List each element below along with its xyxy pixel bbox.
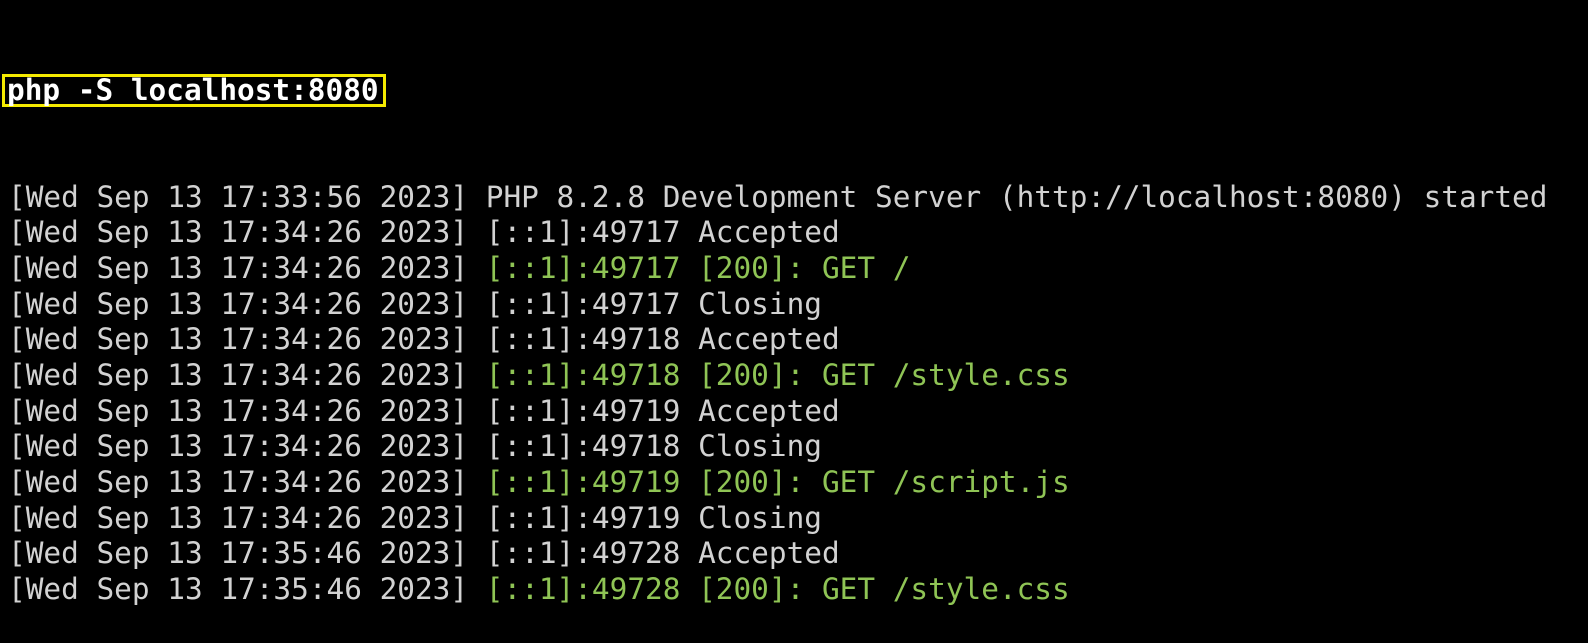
log-request: [::1]:49719 [200]: GET /script.js xyxy=(485,465,1070,499)
log-request: [::1]:49728 [200]: GET /style.css xyxy=(485,572,1070,607)
log-line: [Wed Sep 13 17:34:26 2023] [::1]:49719 C… xyxy=(8,501,1547,537)
log-request: [::1]:49718 [200]: GET /style.css xyxy=(485,357,1070,392)
log-timestamp: [Wed Sep 13 17:34:26 2023] xyxy=(8,500,469,535)
log-message: [::1]:49717 Closing xyxy=(485,286,822,321)
log-line: [Wed Sep 13 17:34:26 2023] [::1]:49717 [… xyxy=(8,251,1547,287)
log-message: [::1]:49717 Accepted xyxy=(485,215,840,250)
log-timestamp: [Wed Sep 13 17:34:26 2023] xyxy=(8,286,469,321)
log-line: [Wed Sep 13 17:33:56 2023] PHP 8.2.8 Dev… xyxy=(8,180,1547,216)
log-line: [Wed Sep 13 17:34:26 2023] [::1]:49718 C… xyxy=(8,429,1547,465)
log-line: [Wed Sep 13 17:34:26 2023] [::1]:49719 [… xyxy=(8,465,1547,501)
log-message: [::1]:49718 Closing xyxy=(485,429,822,464)
log-timestamp: [Wed Sep 13 17:35:46 2023] xyxy=(8,572,469,607)
log-timestamp: [Wed Sep 13 17:33:56 2023] xyxy=(8,179,469,214)
log-message: [::1]:49718 Accepted xyxy=(485,322,840,357)
log-message: [::1]:49719 Closing xyxy=(485,500,822,535)
log-line: [Wed Sep 13 17:35:46 2023] [::1]:49728 [… xyxy=(8,572,1547,608)
log-request: [::1]:49717 [200]: GET / xyxy=(485,250,911,285)
terminal-output: php -S localhost:8080 [Wed Sep 13 17:33:… xyxy=(2,1,1547,643)
highlighted-command: php -S localhost:8080 xyxy=(2,74,386,108)
log-line: [Wed Sep 13 17:34:26 2023] [::1]:49718 A… xyxy=(8,322,1547,358)
server-log: [Wed Sep 13 17:33:56 2023] PHP 8.2.8 Dev… xyxy=(8,180,1547,608)
log-timestamp: [Wed Sep 13 17:34:26 2023] xyxy=(8,393,469,428)
log-timestamp: [Wed Sep 13 17:34:26 2023] xyxy=(8,357,469,392)
log-timestamp: [Wed Sep 13 17:34:26 2023] xyxy=(8,465,469,499)
log-timestamp: [Wed Sep 13 17:34:26 2023] xyxy=(8,250,469,285)
log-line: [Wed Sep 13 17:35:46 2023] [::1]:49728 A… xyxy=(8,536,1547,572)
log-message: PHP 8.2.8 Development Server (http://loc… xyxy=(485,179,1548,214)
command-line: php -S localhost:8080 xyxy=(2,72,1547,108)
log-message: [::1]:49719 Accepted xyxy=(485,393,840,428)
log-timestamp: [Wed Sep 13 17:34:26 2023] xyxy=(8,215,469,250)
log-timestamp: [Wed Sep 13 17:34:26 2023] xyxy=(8,429,469,464)
log-line: [Wed Sep 13 17:34:26 2023] [::1]:49719 A… xyxy=(8,394,1547,430)
log-timestamp: [Wed Sep 13 17:35:46 2023] xyxy=(8,536,469,571)
log-line: [Wed Sep 13 17:34:26 2023] [::1]:49718 [… xyxy=(8,358,1547,394)
log-message: [::1]:49728 Accepted xyxy=(485,536,840,571)
log-timestamp: [Wed Sep 13 17:34:26 2023] xyxy=(8,322,469,357)
log-line: [Wed Sep 13 17:34:26 2023] [::1]:49717 C… xyxy=(8,287,1547,323)
log-line: [Wed Sep 13 17:34:26 2023] [::1]:49717 A… xyxy=(8,215,1547,251)
